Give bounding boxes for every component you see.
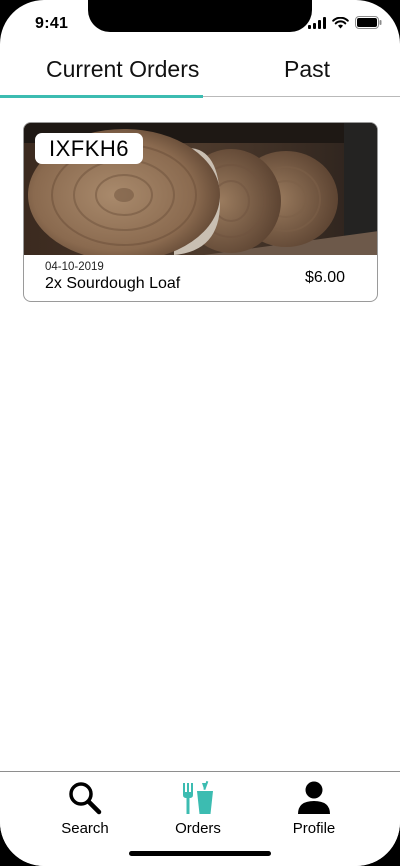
cellular-signal-icon [308, 16, 326, 29]
order-item-summary: 2x Sourdough Loaf [45, 275, 181, 292]
app-screen: 9:41 Current Orders Past IXFKH6 04-10-20… [0, 0, 400, 866]
order-code-badge: IXFKH6 [35, 133, 144, 164]
nav-profile-label: Profile [292, 820, 336, 837]
nav-search-label: Search [61, 820, 109, 837]
tab-past-orders[interactable]: Past [284, 56, 330, 83]
order-date: 04-10-2019 [45, 261, 104, 273]
status-bar: 9:41 [0, 0, 400, 44]
order-price: $6.00 [304, 269, 345, 286]
active-tab-indicator [0, 95, 203, 98]
device-notch [88, 0, 312, 32]
orders-tab-bar: Current Orders Past [0, 52, 400, 98]
nav-search-button[interactable]: Search [40, 780, 130, 837]
fork-cup-icon [183, 780, 213, 814]
phone-frame: 9:41 Current Orders Past IXFKH6 04-10-20… [0, 0, 400, 866]
wifi-icon [332, 16, 349, 28]
order-card[interactable]: IXFKH6 04-10-2019 2x Sourdough Loaf $6.0… [23, 122, 378, 302]
nav-orders-label: Orders [175, 820, 221, 837]
home-indicator [129, 851, 271, 856]
search-icon [69, 782, 102, 815]
nav-profile-button[interactable]: Profile [269, 780, 359, 837]
status-time: 9:41 [35, 15, 69, 32]
tab-current-orders[interactable]: Current Orders [46, 56, 199, 83]
nav-orders-button[interactable]: Orders [153, 780, 243, 837]
battery-icon [355, 16, 382, 29]
status-icons [308, 16, 382, 29]
person-icon [298, 781, 330, 814]
